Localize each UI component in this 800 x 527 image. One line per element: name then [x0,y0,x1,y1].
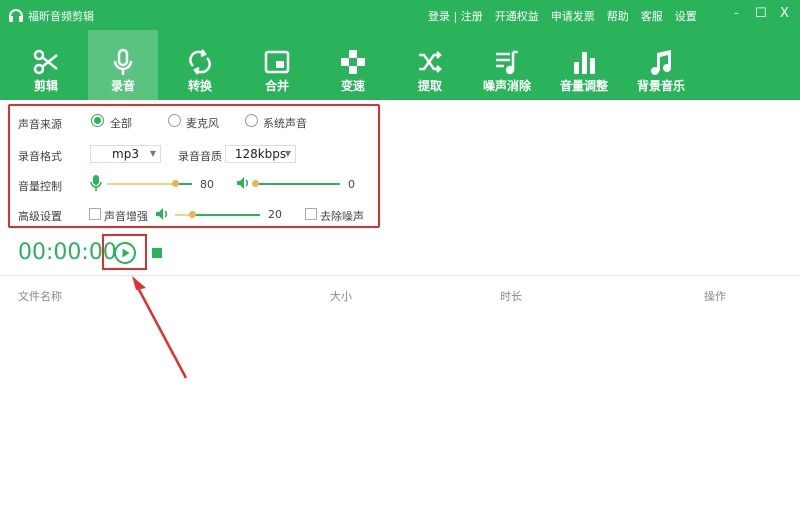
column-size[interactable]: 大小 [330,288,352,304]
microphone-icon [113,48,133,75]
close-button[interactable]: X [780,6,789,21]
tab-speed[interactable]: 变速 [318,30,388,100]
play-button[interactable] [113,241,137,265]
denoise-checkbox[interactable] [305,208,317,220]
enhance-slider[interactable] [175,211,260,218]
chevron-down-icon: ▼ [149,149,156,158]
tab-extract[interactable]: 提取 [395,30,465,100]
chevron-down-icon: ▼ [284,149,291,158]
quality-value: 128kbps [234,147,287,161]
radio-mic-label: 麦克风 [186,117,219,130]
radio-system[interactable] [245,114,258,127]
quality-select[interactable]: 128kbps ▼ [225,145,296,163]
radio-all-label: 全部 [110,117,132,130]
gamepad-icon [341,50,365,74]
format-value: mp3 [112,147,139,161]
minimize-button[interactable]: - [734,6,739,21]
radio-mic[interactable] [168,114,181,127]
refresh-icon [189,49,211,75]
enhance-label: 声音增强 [104,210,148,223]
tab-volume[interactable]: 音量调整 [549,30,619,100]
source-label: 声音来源 [18,118,62,131]
format-select[interactable]: mp3 ▼ [90,145,161,163]
speaker-volume-slider[interactable] [252,180,340,187]
slider-handle[interactable] [189,211,196,218]
maximize-button[interactable]: ☐ [755,6,767,21]
speaker-volume-value: 0 [348,178,355,191]
microphone-icon [90,175,102,191]
login-register-link[interactable]: 登录 | 注册 [428,8,483,24]
column-filename[interactable]: 文件名称 [18,288,62,304]
invoice-link[interactable]: 申请发票 [551,8,595,24]
scissors-icon [33,49,58,75]
slider-handle[interactable] [252,180,259,187]
shuffle-icon [419,51,442,73]
format-label: 录音格式 [18,150,62,163]
help-link[interactable]: 帮助 [607,8,629,24]
column-duration[interactable]: 时长 [500,288,522,304]
headphones-logo-icon [9,9,23,22]
tab-denoise[interactable]: 噪声消除 [472,30,542,100]
tab-record[interactable]: 录音 [88,30,158,100]
radio-all[interactable] [91,114,104,127]
app-title: 福昕音频剪辑 [28,10,94,23]
quality-label: 录音音质 [178,150,222,163]
tab-merge[interactable]: 合并 [242,30,312,100]
merge-icon [264,50,290,74]
enhance-checkbox[interactable] [89,208,101,220]
support-link[interactable]: 客服 [641,8,663,24]
speaker-icon [237,177,249,189]
column-actions[interactable]: 操作 [704,288,726,304]
membership-link[interactable]: 开通权益 [495,8,539,24]
bar-chart-icon [574,52,595,74]
mic-volume-slider[interactable] [107,180,192,187]
enhance-value: 20 [268,208,282,221]
tab-convert[interactable]: 转换 [165,30,235,100]
mic-volume-value: 80 [200,178,214,191]
advanced-label: 高级设置 [18,210,62,223]
stop-button[interactable] [152,248,162,258]
tab-bgm[interactable]: 背景音乐 [626,30,696,100]
annotation-arrow-icon [132,276,188,379]
tab-cut[interactable]: 剪辑 [11,30,81,100]
radio-system-label: 系统声音 [263,117,307,130]
music-note-icon [651,50,671,75]
slider-handle[interactable] [172,180,179,187]
header-bar: 福昕音频剪辑 登录 | 注册 开通权益 申请发票 帮助 客服 设置 - ☐ X … [0,0,800,100]
volume-label: 音量控制 [18,180,62,193]
playlist-icon [496,50,518,75]
settings-link[interactable]: 设置 [675,8,697,24]
denoise-label: 去除噪声 [320,210,364,223]
speaker-icon [156,208,168,220]
